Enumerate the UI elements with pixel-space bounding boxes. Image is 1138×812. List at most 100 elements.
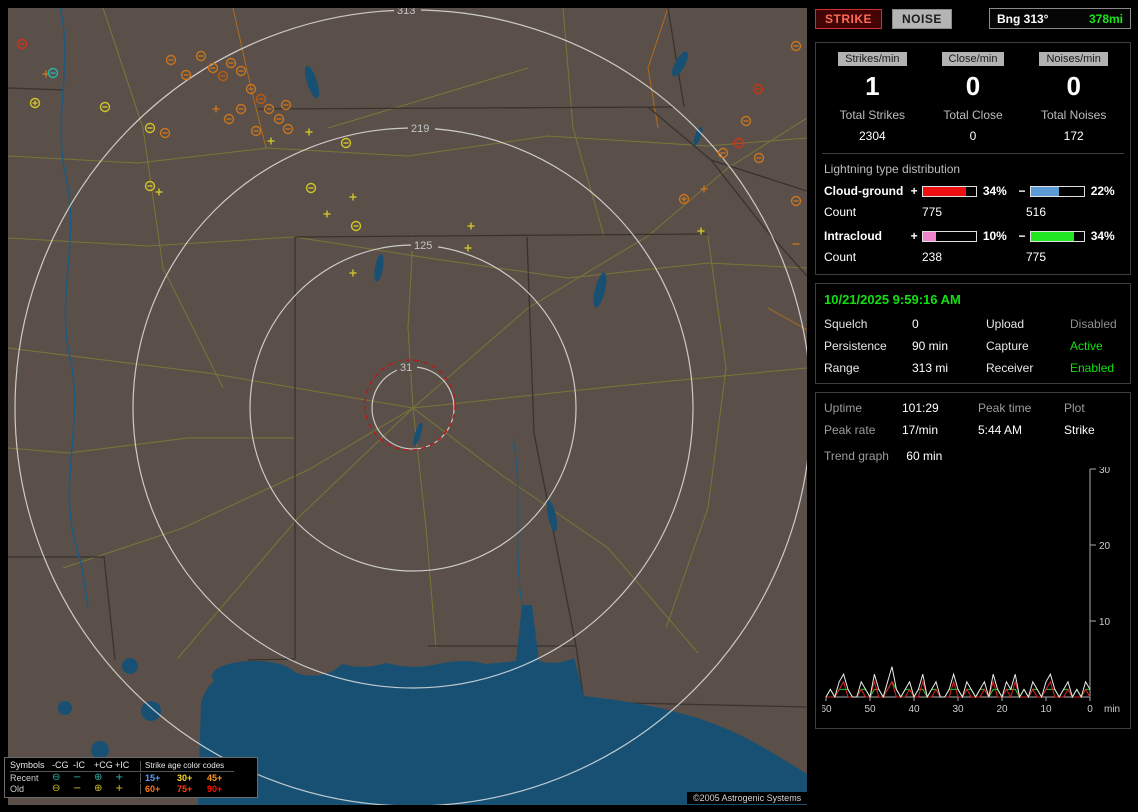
legend-symbols-title: Symbols — [10, 760, 52, 772]
cg-neg-bar — [1029, 185, 1085, 197]
close-per-min-value: 0 — [965, 71, 981, 101]
count-label: Count — [824, 205, 857, 219]
svg-text:0: 0 — [1087, 704, 1093, 715]
noise-mode-button[interactable]: NOISE — [892, 8, 952, 29]
capture-label: Capture — [986, 339, 1029, 353]
ic-pos-bar — [921, 230, 977, 242]
ic-neg-percent: 34% — [1090, 229, 1115, 243]
bearing-distance: 378mi — [1088, 11, 1123, 26]
age-code-90: 90+ — [207, 784, 223, 794]
trend-graph-header: Trend graph 60 min — [824, 449, 1124, 463]
svg-text:min: min — [1104, 704, 1120, 715]
svg-text:30: 30 — [1099, 467, 1111, 476]
legend-age-title: Strike age color codes — [140, 760, 234, 772]
svg-text:10: 10 — [1040, 704, 1052, 715]
trend-graph: 60 50 40 30 20 10 0 min 30 20 10 — [820, 465, 1124, 720]
cg-pos-bar — [921, 185, 977, 197]
strikes-per-min-label[interactable]: Strikes/min — [838, 52, 907, 66]
svg-text:40: 40 — [908, 704, 920, 715]
receiver-label: Receiver — [986, 361, 1034, 375]
cloud-ground-label: Cloud-ground — [824, 184, 904, 198]
count-label: Count — [824, 250, 857, 264]
uptime-label: Uptime — [824, 401, 863, 415]
old-cg-neg-icon: ⊖ — [52, 783, 61, 794]
intracloud-count-row: Count 238 775 — [822, 250, 1124, 264]
ic-neg-bar — [1029, 230, 1085, 242]
strikes-counter: Strikes/min 1 Total Strikes 2304 — [822, 51, 923, 143]
old-cg-pos-icon: ⊕ — [94, 783, 103, 794]
legend-type-header: -CG — [52, 760, 73, 772]
range-label: Range — [824, 361, 860, 375]
map-legend: Symbols -CG -IC +CG +IC Strike age color… — [4, 757, 258, 798]
ic-pos-count: 238 — [922, 250, 943, 264]
copyright-notice: ©2005 Astrogenic Systems — [687, 792, 808, 804]
datetime-display: 10/21/2025 9:59:16 AM — [824, 292, 961, 307]
svg-text:31: 31 — [400, 362, 412, 374]
plus-sign: + — [910, 229, 918, 243]
cg-pos-bar-fill — [922, 186, 967, 196]
peak-time-label: Peak time — [978, 401, 1032, 415]
intracloud-label: Intracloud — [824, 229, 883, 243]
recent-cg-neg-icon: ⊖ — [52, 772, 61, 783]
trend-graph-window: 60 min — [906, 449, 943, 463]
recent-ic-neg-icon: − — [73, 772, 82, 783]
mode-toolbar: STRIKE NOISE Bng 313° 378mi — [815, 8, 1131, 29]
old-ic-pos-icon: + — [115, 783, 124, 794]
lightning-map[interactable]: 313 219 125 31 — [8, 8, 807, 805]
strike-mode-button[interactable]: STRIKE — [815, 8, 883, 29]
trend-section: Uptime 101:29 Peak time Plot Peak rate 1… — [815, 392, 1131, 729]
status-section: 10/21/2025 9:59:16 AM Squelch 0 Upload D… — [815, 283, 1131, 384]
capture-value: Active — [1070, 339, 1103, 353]
squelch-label: Squelch — [824, 317, 868, 331]
svg-text:30: 30 — [952, 704, 964, 715]
total-strikes-label: Total Strikes — [839, 108, 906, 122]
uptime-grid: Uptime 101:29 Peak time Plot Peak rate 1… — [822, 401, 1124, 437]
age-code-60: 60+ — [140, 784, 173, 794]
age-code-75: 75+ — [177, 784, 193, 794]
minus-sign: − — [1018, 229, 1026, 243]
ic-pos-bar-fill — [922, 231, 936, 241]
minus-sign: − — [1018, 184, 1026, 198]
cg-neg-bar-fill — [1030, 186, 1059, 196]
range-value: 313 mi — [912, 361, 949, 375]
cloud-ground-count-row: Count 775 516 — [822, 205, 1124, 219]
right-panel: STRIKE NOISE Bng 313° 378mi Strikes/min … — [815, 8, 1131, 805]
total-noises-label: Total Noises — [1040, 108, 1107, 122]
uptime-value: 101:29 — [902, 401, 939, 415]
noises-per-min-value: 0 — [1066, 71, 1081, 101]
noises-per-min-label[interactable]: Noises/min — [1039, 52, 1108, 66]
persistence-value: 90 min — [912, 339, 949, 353]
legend-old-label: Old — [10, 784, 25, 794]
squelch-value: 0 — [912, 317, 919, 331]
strikes-per-min-value: 1 — [865, 71, 880, 101]
close-per-min-label[interactable]: Close/min — [941, 52, 1005, 66]
svg-text:50: 50 — [864, 704, 876, 715]
legend-type-header: -IC — [73, 760, 94, 772]
recent-cg-pos-icon: ⊕ — [94, 772, 103, 783]
cg-neg-percent: 22% — [1090, 184, 1115, 198]
total-close-value: 0 — [969, 129, 977, 143]
ic-neg-bar-fill — [1030, 231, 1074, 241]
status-grid: Squelch 0 Upload Disabled Persistence 90… — [822, 317, 1124, 375]
plot-label: Plot — [1064, 401, 1085, 415]
intracloud-row: Intracloud + 10% − 34% — [822, 229, 1124, 243]
peak-rate-value: 17/min — [902, 423, 939, 437]
cg-neg-count: 516 — [1026, 205, 1047, 219]
cg-pos-percent: 34% — [982, 184, 1007, 198]
age-code-30: 30+ — [177, 773, 193, 783]
svg-text:125: 125 — [414, 240, 432, 252]
ic-pos-percent: 10% — [982, 229, 1007, 243]
svg-text:20: 20 — [1099, 541, 1111, 552]
age-code-45: 45+ — [207, 773, 223, 783]
total-strikes-value: 2304 — [858, 129, 886, 143]
rate-counters: Strikes/min 1 Total Strikes 2304 Close/m… — [822, 51, 1124, 143]
cg-pos-count: 775 — [922, 205, 943, 219]
bearing-display: Bng 313° 378mi — [989, 8, 1131, 29]
peak-rate-label: Peak rate — [824, 423, 876, 437]
age-code-15: 15+ — [140, 773, 173, 783]
legend-type-header: +IC — [115, 760, 140, 772]
statistics-section: Strikes/min 1 Total Strikes 2304 Close/m… — [815, 42, 1131, 275]
distribution-title: Lightning type distribution — [824, 162, 961, 176]
bearing-value: Bng 313° — [997, 11, 1049, 26]
trend-graph-label: Trend graph — [824, 449, 889, 463]
